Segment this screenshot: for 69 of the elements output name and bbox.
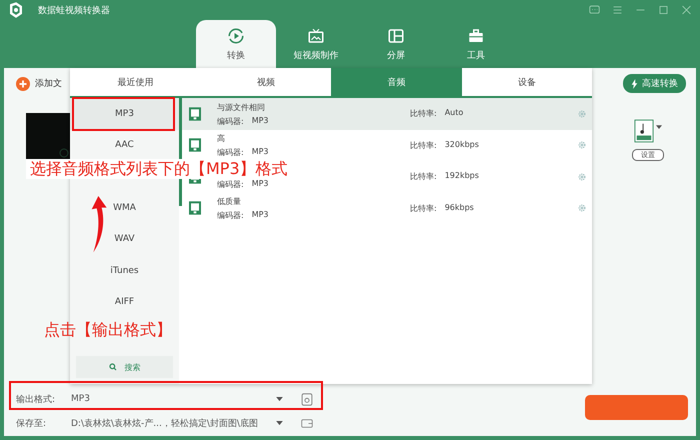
- search-icon: [108, 363, 116, 371]
- split-screen-icon: [387, 26, 405, 44]
- nav-tab[interactable]: 工具: [436, 20, 516, 68]
- bitrate-value: 96kbps: [444, 202, 474, 214]
- format-tab[interactable]: 设备: [462, 68, 592, 96]
- bitrate-value: 192kbps: [444, 171, 479, 182]
- nav-tab[interactable]: 转换: [196, 20, 276, 68]
- encoder-label: 编码器:: [217, 116, 244, 126]
- bitrate-label: 比特率:: [410, 202, 437, 214]
- save-to-label: 保存至:: [16, 418, 48, 430]
- bitrate-value: Auto: [444, 108, 464, 120]
- lightning-icon: [631, 78, 638, 88]
- format-item[interactable]: AAC: [70, 130, 179, 161]
- window-title: 数据蛙视频转换器: [38, 4, 110, 16]
- format-item[interactable]: iTunes: [70, 255, 179, 286]
- preset-name: 低质量: [217, 196, 242, 207]
- encoder-label: 编码器:: [217, 178, 244, 190]
- format-item[interactable]: MP3: [70, 98, 179, 130]
- save-path-dropdown[interactable]: D:\袁林炫\袁林炫-产...，轻松搞定\封面图\底图: [71, 416, 287, 430]
- tv-icon: [307, 26, 325, 44]
- encoder-value: MP3: [252, 116, 269, 126]
- output-format-label: 输出格式:: [16, 394, 56, 406]
- bitrate-label: 比特率:: [410, 171, 437, 182]
- bitrate-label: 比特率:: [410, 140, 437, 151]
- quality-icon: [189, 106, 201, 121]
- encoder-value: MP3: [252, 147, 269, 158]
- encoder-label: 编码器:: [217, 147, 244, 158]
- gear-icon[interactable]: [578, 204, 586, 212]
- format-item[interactable]: AIFF: [70, 286, 179, 318]
- format-tab[interactable]: 音频: [331, 68, 462, 96]
- folder-icon[interactable]: [301, 416, 313, 430]
- app-logo-icon: [8, 2, 24, 18]
- preset-row[interactable]: 高 编码器: MP3 比特率: 320kbps: [182, 130, 592, 161]
- quality-icon: [189, 138, 201, 152]
- gear-icon[interactable]: [578, 110, 586, 118]
- chat-icon[interactable]: [589, 5, 600, 15]
- refresh-play-icon: [227, 26, 245, 44]
- encoder-label: 编码器:: [217, 210, 244, 221]
- plus-icon: [16, 76, 30, 90]
- preset-name: 与源文件相同: [217, 102, 266, 112]
- preset-row[interactable]: 低质量 编码器: MP3 比特率: 96kbps: [182, 192, 592, 224]
- format-item[interactable]: WAV: [70, 224, 179, 255]
- annotation-text: 点击【输出格式】: [44, 320, 172, 341]
- menu-icon[interactable]: [612, 5, 623, 15]
- encoder-value: MP3: [252, 210, 269, 221]
- fast-convert-button[interactable]: 高速转换: [623, 74, 686, 93]
- gear-icon[interactable]: [578, 141, 586, 150]
- toolbox-icon: [467, 26, 485, 44]
- caret-icon: [276, 396, 283, 402]
- music-file-icon[interactable]: [634, 119, 654, 143]
- preset-row[interactable]: 与源文件相同 编码器: MP3 比特率: Auto: [182, 98, 592, 130]
- nav-tab[interactable]: 分屏: [356, 20, 436, 68]
- caret-icon: [276, 420, 283, 426]
- settings-icon[interactable]: [301, 392, 313, 406]
- bitrate-label: 比特率:: [410, 108, 437, 120]
- nav-tab[interactable]: 短视频制作: [276, 20, 356, 68]
- close-icon[interactable]: [681, 5, 692, 15]
- gear-icon[interactable]: [578, 172, 586, 181]
- bitrate-value: 320kbps: [444, 140, 479, 151]
- search-button[interactable]: 搜索: [76, 356, 173, 378]
- add-file-button[interactable]: 添加文: [16, 76, 62, 90]
- maximize-icon[interactable]: [658, 5, 669, 15]
- output-format-dropdown[interactable]: MP3: [71, 394, 287, 404]
- format-tab[interactable]: 最近使用: [70, 68, 200, 96]
- quality-icon: [189, 201, 201, 216]
- format-item[interactable]: WMA: [70, 192, 179, 224]
- encoder-value: MP3: [252, 178, 269, 190]
- caret-icon[interactable]: [656, 125, 662, 130]
- preset-name: 高: [217, 133, 226, 144]
